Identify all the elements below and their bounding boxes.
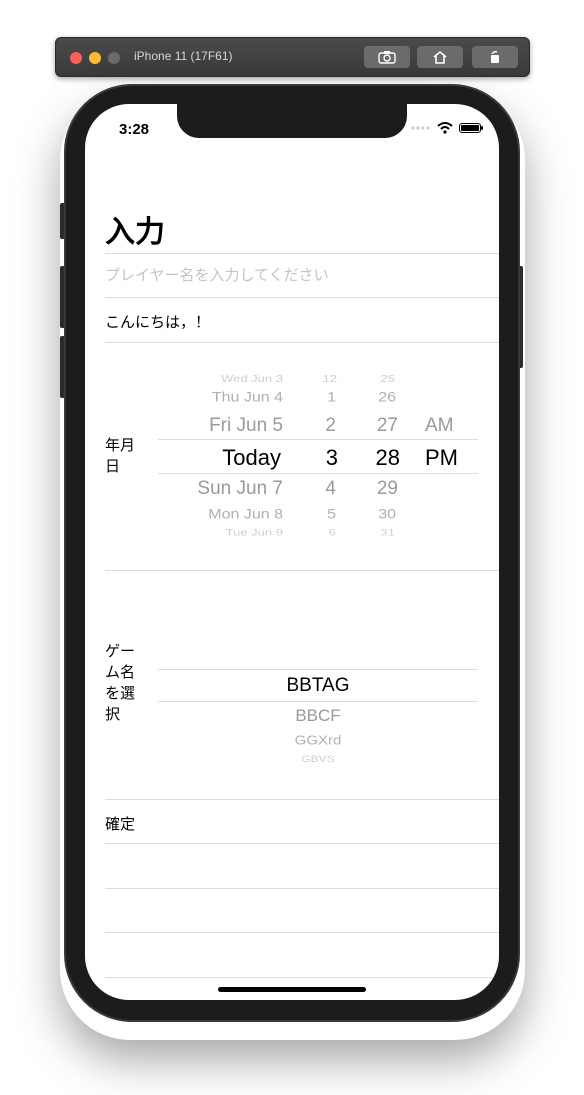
picker-hour[interactable]: 4	[325, 478, 336, 500]
confirm-button[interactable]: 確定	[105, 813, 135, 834]
rotate-icon	[491, 51, 499, 63]
picker-minute-selected[interactable]: 28	[376, 445, 400, 471]
game-picker-selection-bottom	[158, 701, 478, 702]
picker-hour-selected[interactable]: 3	[326, 445, 338, 471]
game-option[interactable]: BBCF	[158, 706, 478, 726]
game-option[interactable]: GGXrd	[158, 733, 478, 748]
device-screen: 3:28 入力 プレイヤー名を入力してください こんにちは，！ 年月日 Wed …	[85, 104, 499, 1000]
picker-day-selected[interactable]: Today	[222, 445, 281, 471]
minimize-window-button[interactable]	[89, 52, 101, 64]
divider	[105, 297, 499, 298]
close-window-button[interactable]	[70, 52, 82, 64]
picker-selection-bottom	[158, 473, 478, 474]
picker-day[interactable]: Mon Jun 8	[208, 507, 283, 523]
wifi-icon	[437, 122, 453, 134]
picker-day[interactable]: Fri Jun 5	[209, 415, 283, 437]
game-option-selected[interactable]: BBTAG	[158, 675, 478, 697]
game-picker-selection-top	[158, 669, 478, 670]
divider	[105, 253, 499, 254]
zoom-window-button[interactable]	[108, 52, 120, 64]
divider	[105, 932, 499, 933]
picker-hour[interactable]: 5	[327, 507, 336, 523]
picker-hour[interactable]: 2	[325, 415, 336, 437]
notch	[177, 104, 407, 138]
signal-icon	[411, 126, 430, 130]
date-label: 年月日	[105, 437, 136, 475]
screenshot-icon	[378, 51, 396, 64]
screenshot-button[interactable]	[364, 46, 410, 68]
status-icons	[411, 122, 483, 134]
battery-icon	[459, 123, 483, 133]
picker-minute[interactable]: 27	[377, 415, 398, 437]
picker-minute[interactable]: 31	[381, 527, 395, 538]
picker-minute[interactable]: 26	[378, 390, 396, 406]
picker-hour[interactable]: 12	[323, 373, 337, 384]
picker-minute[interactable]: 25	[381, 373, 395, 384]
divider	[105, 799, 499, 800]
simulator-title: iPhone 11 (17F61)	[134, 49, 233, 63]
rotate-button[interactable]	[472, 46, 518, 68]
game-label: ゲーム名を選択	[105, 643, 136, 723]
picker-selection-top	[158, 439, 478, 440]
picker-day[interactable]: Tue Jun 9	[226, 527, 283, 538]
picker-minute[interactable]: 30	[378, 507, 396, 523]
picker-am[interactable]: AM	[425, 415, 454, 437]
picker-day[interactable]: Wed Jun 3	[221, 373, 283, 384]
picker-hour[interactable]: 1	[327, 390, 336, 406]
simulator-window-bar: iPhone 11 (17F61)	[55, 37, 530, 77]
divider	[105, 342, 499, 343]
home-icon	[433, 50, 447, 64]
divider	[105, 570, 499, 571]
picker-minute[interactable]: 29	[377, 478, 398, 500]
picker-hour[interactable]: 6	[329, 527, 336, 538]
status-time: 3:28	[119, 121, 150, 138]
divider	[105, 888, 499, 889]
home-button[interactable]	[417, 46, 463, 68]
home-indicator[interactable]	[218, 987, 366, 992]
picker-day[interactable]: Thu Jun 4	[212, 390, 283, 406]
divider	[105, 977, 499, 978]
greeting-label: こんにちは，！	[105, 314, 211, 331]
picker-pm-selected[interactable]: PM	[425, 445, 458, 471]
divider	[105, 843, 499, 844]
picker-day[interactable]: Sun Jun 7	[197, 478, 283, 500]
page-title: 入力	[105, 216, 165, 249]
game-option[interactable]: GBVS	[158, 753, 478, 764]
player-name-input[interactable]: プレイヤー名を入力してください	[105, 264, 329, 285]
